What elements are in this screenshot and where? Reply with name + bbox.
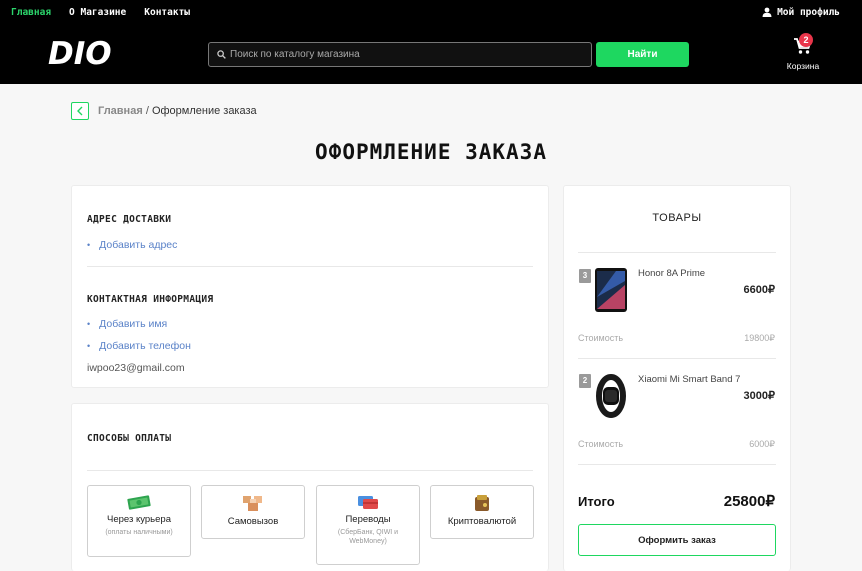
goods-title: ТОВАРЫ xyxy=(652,212,702,224)
cart-button[interactable]: 2 Корзина xyxy=(783,33,823,71)
payment-option-courier[interactable]: Через курьера (оплаты наличными) xyxy=(87,485,191,557)
back-button[interactable] xyxy=(71,102,89,120)
total-value: 25800₽ xyxy=(723,493,775,510)
payment-option-transfer[interactable]: Переводы (СберБанк, QIWI и WebMoney) xyxy=(316,485,420,565)
divider xyxy=(578,252,776,253)
cart-label: Корзина xyxy=(786,61,820,71)
logo[interactable]: DIO xyxy=(48,36,112,72)
goods-card: ТОВАРЫ 3 Honor 8A Prime 6600₽ Стоимость … xyxy=(563,185,791,571)
top-nav-home[interactable]: Главная xyxy=(11,7,51,18)
place-order-button[interactable]: Оформить заказ xyxy=(578,524,776,556)
header: DIO Найти 2 Корзина xyxy=(0,24,862,84)
payment-title: СПОСОБЫ ОПЛАТЫ xyxy=(87,433,172,444)
phone-icon xyxy=(595,268,627,312)
item-name[interactable]: Honor 8A Prime xyxy=(638,268,705,279)
payment-option-title: Переводы xyxy=(345,514,391,525)
delivery-title: АДРЕС ДОСТАВКИ xyxy=(87,214,172,225)
top-bar: Главная О Магазине Контакты Мой профиль xyxy=(0,0,862,24)
divider xyxy=(87,470,533,471)
profile-label: Мой профиль xyxy=(777,6,840,18)
payment-option-title: Через курьера xyxy=(107,514,171,525)
user-icon xyxy=(762,7,772,17)
item-price: 6600₽ xyxy=(743,284,775,296)
wallet-icon xyxy=(475,495,489,511)
payment-option-subtitle: (оплаты наличными) xyxy=(105,529,173,536)
breadcrumb-home[interactable]: Главная xyxy=(98,105,143,117)
profile-link[interactable]: Мой профиль xyxy=(762,7,840,18)
cash-icon xyxy=(127,495,151,510)
payment-option-subtitle: (СберБанк, QIWI и WebMoney) xyxy=(337,529,399,545)
add-address-link[interactable]: Добавить адрес xyxy=(87,239,177,251)
add-phone-link[interactable]: Добавить телефон xyxy=(87,340,191,352)
add-name-link[interactable]: Добавить имя xyxy=(87,318,167,330)
email-value: iwpoo23@gmail.com xyxy=(87,362,185,374)
contact-title: КОНТАКТНАЯ ИНФОРМАЦИЯ xyxy=(87,294,214,305)
payment-option-pickup[interactable]: Самовызов xyxy=(201,485,305,539)
page-title: ОФОРМЛЕНИЕ ЗАКАЗА xyxy=(315,140,547,164)
breadcrumb-separator: / xyxy=(145,105,149,117)
breadcrumb-current: Оформление заказа xyxy=(151,105,257,117)
item-quantity: 2 xyxy=(579,374,591,388)
search-input[interactable] xyxy=(230,49,570,60)
cart-count-badge: 2 xyxy=(799,33,813,47)
divider xyxy=(87,266,533,267)
total-label: Итого xyxy=(578,494,615,509)
payment-option-title: Самовызов xyxy=(227,516,279,527)
item-cost-value: 6000₽ xyxy=(749,439,775,449)
item-cost-label: Стоимость xyxy=(578,333,624,343)
chevron-left-icon xyxy=(77,106,83,116)
payment-card: СПОСОБЫ ОПЛАТЫ Через курьера (оплаты нал… xyxy=(71,403,549,571)
top-nav-about[interactable]: О Магазине xyxy=(69,7,126,18)
item-name[interactable]: Xiaomi Mi Smart Band 7 xyxy=(638,374,740,385)
box-icon xyxy=(243,496,262,511)
band-icon xyxy=(596,374,626,418)
top-nav-contacts[interactable]: Контакты xyxy=(144,7,190,18)
item-quantity: 3 xyxy=(579,269,591,283)
search-button[interactable]: Найти xyxy=(596,42,689,67)
item-price: 3000₽ xyxy=(743,390,775,402)
delivery-contact-card: АДРЕС ДОСТАВКИ Добавить адрес КОНТАКТНАЯ… xyxy=(71,185,549,388)
divider xyxy=(578,358,776,359)
search-icon xyxy=(217,50,226,59)
payment-option-title: Криптовалютой xyxy=(447,516,517,527)
cards-icon xyxy=(358,496,378,509)
divider xyxy=(578,464,776,465)
search-box xyxy=(208,42,592,67)
item-cost-label: Стоимость xyxy=(578,439,624,449)
item-cost-value: 19800₽ xyxy=(744,333,775,343)
breadcrumb: Главная / Оформление заказа xyxy=(98,105,257,117)
top-nav: Главная О Магазине Контакты xyxy=(11,7,208,18)
payment-option-crypto[interactable]: Криптовалютой xyxy=(430,485,534,539)
